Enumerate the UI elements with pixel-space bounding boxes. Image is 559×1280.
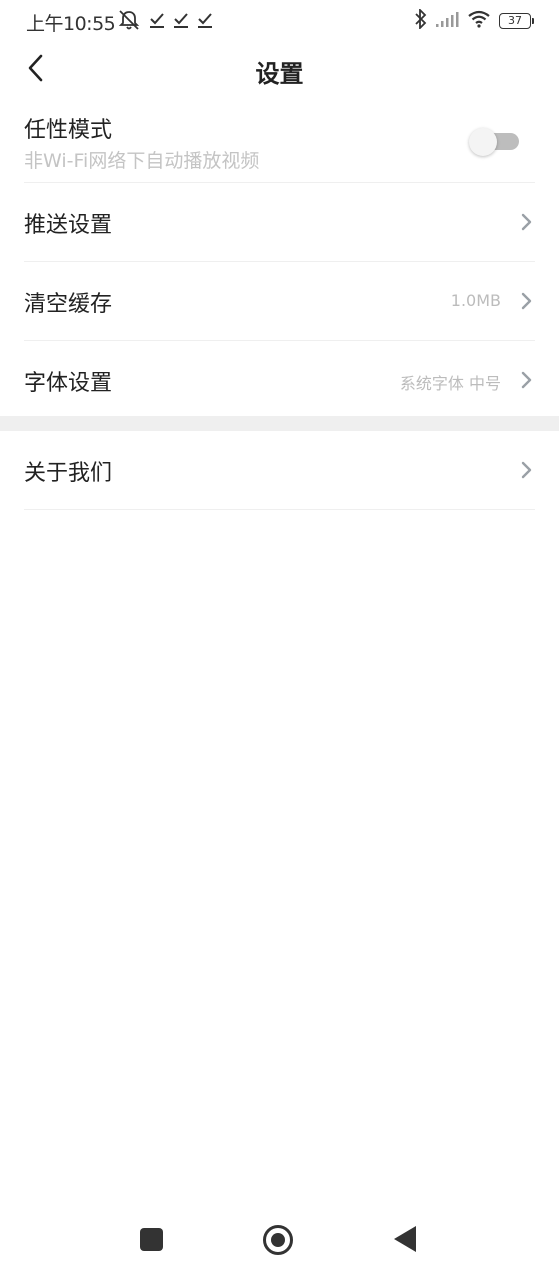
section-divider <box>0 416 559 431</box>
check-icon <box>149 11 165 33</box>
system-nav-bar <box>0 1208 559 1280</box>
setting-label: 任性模式 <box>24 118 113 143</box>
setting-row-autoplay: 任性模式 非Wi-Fi网络下自动播放视频 <box>24 100 535 183</box>
setting-label: 清空缓存 <box>24 292 113 317</box>
bluetooth-icon <box>415 7 427 33</box>
setting-row-font[interactable]: 字体设置 系统字体 中号 <box>24 341 535 419</box>
setting-sublabel: 非Wi-Fi网络下自动播放视频 <box>24 150 260 172</box>
chevron-right-icon <box>519 460 533 480</box>
font-size-value: 系统字体 中号 <box>399 374 501 393</box>
cache-size-value: 1.0MB <box>450 291 501 310</box>
header: 设置 <box>0 42 559 100</box>
settings-section-general: 任性模式 非Wi-Fi网络下自动播放视频 推送设置 清空缓存 1.0MB 字体设… <box>0 100 559 419</box>
recents-icon[interactable] <box>140 1228 163 1251</box>
setting-label: 字体设置 <box>24 371 113 396</box>
chevron-right-icon <box>519 212 533 232</box>
signal-icon <box>435 11 459 31</box>
check-icon <box>197 11 213 33</box>
setting-row-clear-cache[interactable]: 清空缓存 1.0MB <box>24 262 535 341</box>
chevron-right-icon <box>519 370 533 390</box>
home-icon[interactable] <box>263 1225 293 1255</box>
wifi-icon <box>467 10 491 32</box>
setting-label: 关于我们 <box>24 461 113 486</box>
chevron-right-icon <box>519 291 533 311</box>
page-title: 设置 <box>255 60 304 88</box>
setting-row-push[interactable]: 推送设置 <box>24 183 535 262</box>
back-triangle-icon[interactable] <box>394 1226 416 1252</box>
battery-icon: 37 <box>499 13 534 29</box>
status-time: 上午10:55 <box>26 13 116 35</box>
setting-row-about[interactable]: 关于我们 <box>24 431 535 510</box>
status-bar: 上午10:55 37 <box>0 0 559 42</box>
check-icon <box>173 11 189 33</box>
toggle-knob <box>469 128 497 156</box>
settings-section-about: 关于我们 <box>0 431 559 510</box>
mute-icon <box>117 9 141 35</box>
autoplay-toggle[interactable] <box>469 128 519 156</box>
setting-label: 推送设置 <box>24 213 113 238</box>
